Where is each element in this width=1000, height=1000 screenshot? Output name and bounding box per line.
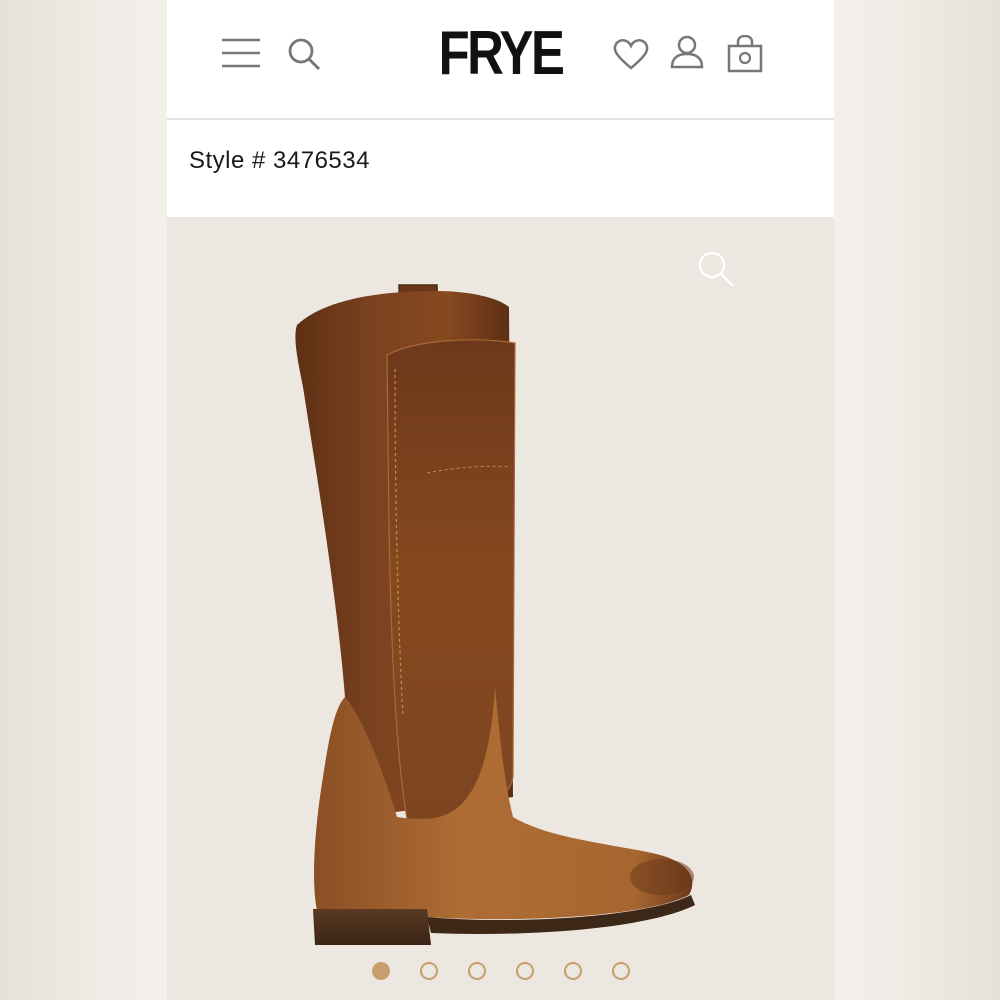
carousel-dot-6[interactable] [611, 962, 630, 980]
bag-icon[interactable] [727, 35, 763, 73]
carousel-dot-2[interactable] [419, 962, 438, 980]
mobile-page: FRYE Style # 3476534 [167, 0, 834, 1000]
backdrop-right [834, 0, 1000, 1000]
account-icon[interactable] [670, 35, 704, 69]
boot-image [295, 284, 695, 945]
carousel-dot-5[interactable] [563, 962, 582, 980]
carousel-dots [167, 962, 834, 986]
carousel-dot-1[interactable] [371, 962, 390, 980]
backdrop-left [0, 0, 167, 1000]
style-number: Style # 3476534 [189, 147, 370, 174]
style-bar: Style # 3476534 [167, 120, 834, 217]
carousel-dot-4[interactable] [515, 962, 534, 980]
product-image-area[interactable] [167, 217, 834, 1000]
site-header: FRYE [167, 0, 834, 120]
carousel-dot-3[interactable] [467, 962, 486, 980]
heart-icon[interactable] [613, 38, 649, 70]
